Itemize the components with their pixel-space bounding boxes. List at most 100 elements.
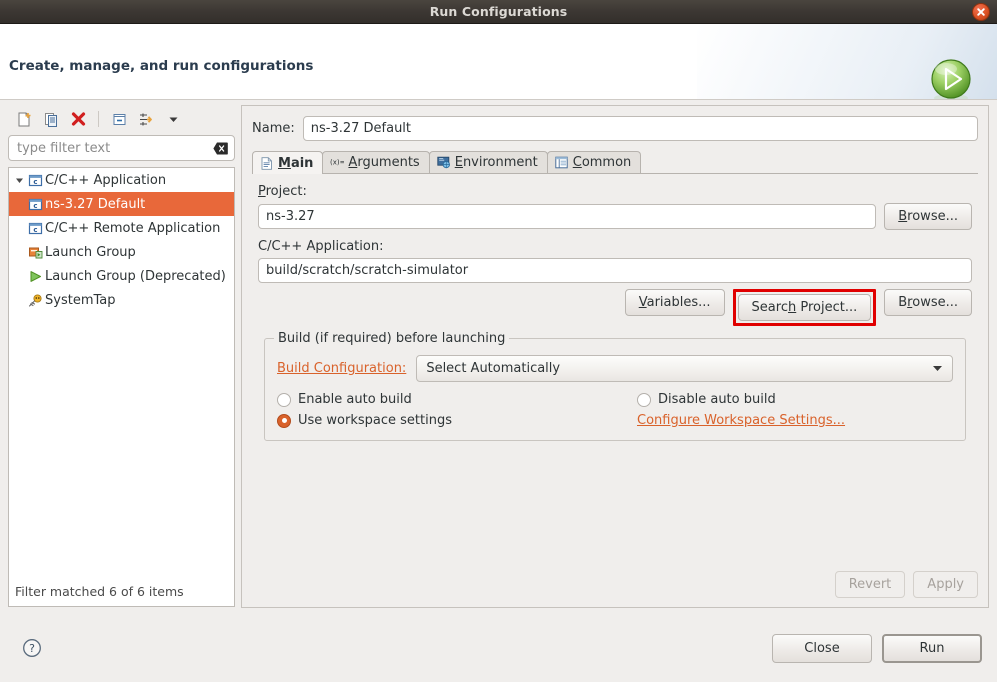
variables-button[interactable]: Variables...	[624, 289, 725, 316]
search-project-button[interactable]: Search Project...	[737, 294, 872, 321]
search-project-highlight: Search Project...	[732, 289, 877, 326]
application-buttons-row: Variables... Search Project... Browse...	[258, 289, 972, 326]
duplicate-glyph	[44, 112, 57, 127]
c-app-glyph: c	[28, 198, 42, 210]
radio-label: Disable auto build	[658, 392, 776, 407]
svg-text:(x)=: (x)=	[330, 159, 344, 167]
close-glyph	[977, 8, 985, 16]
chevron-down-glyph	[169, 117, 177, 122]
tab-label: Environment	[454, 155, 538, 170]
launch-group-deprecated-icon	[26, 269, 44, 284]
run-play-icon	[931, 59, 971, 99]
radio-icon[interactable]	[637, 392, 651, 407]
expand-arrow-icon[interactable]	[13, 176, 26, 185]
tree-item-systemtap[interactable]: SystemTap	[9, 288, 234, 312]
tab-label: Arguments	[348, 155, 420, 170]
clear-icon[interactable]	[213, 142, 228, 155]
tree-item-label: C/C++ Application	[45, 172, 167, 188]
toolbar-separator	[98, 111, 99, 127]
delete-x-glyph	[71, 111, 85, 126]
chevron-down-glyph	[16, 178, 23, 183]
build-options-grid: Enable auto build Disable auto build Use…	[277, 392, 953, 428]
configure-workspace-cell: Configure Workspace Settings...	[637, 413, 953, 428]
apply-revert-row: Revert Apply	[834, 571, 978, 598]
close-button[interactable]: Close	[772, 634, 872, 663]
tab-main[interactable]: Main	[252, 151, 324, 174]
new-launch-configuration-icon[interactable]	[12, 107, 36, 131]
filter-box[interactable]	[8, 135, 235, 161]
application-label: C/C++ Application:	[258, 239, 384, 254]
filter-status-text: Filter matched 6 of 6 items	[15, 584, 184, 599]
radio-icon[interactable]	[277, 413, 291, 428]
dialog-header: Create, manage, and run configurations	[0, 24, 997, 100]
run-button[interactable]: Run	[882, 634, 982, 663]
c-application-icon: c	[26, 173, 44, 188]
close-icon[interactable]	[972, 3, 990, 21]
dialog-body: c C/C++ Application c ns-3.27 Default	[0, 100, 997, 613]
configuration-editor-panel: Name: Main (x)=	[241, 105, 989, 608]
build-configuration-row: Build Configuration: Select Automaticall…	[277, 355, 953, 382]
c-app-glyph: c	[28, 222, 42, 234]
project-label: Project:	[258, 184, 307, 199]
apply-button[interactable]: Apply	[913, 571, 978, 598]
collapse-all-icon[interactable]	[107, 107, 131, 131]
tree-item-label: SystemTap	[45, 292, 116, 308]
environment-glyph	[437, 156, 451, 169]
systemtap-icon	[26, 293, 44, 308]
radio-label: Use workspace settings	[298, 413, 452, 428]
svg-text:c: c	[33, 178, 37, 186]
configuration-name-input[interactable]	[302, 116, 978, 141]
project-input[interactable]	[258, 204, 877, 229]
build-configuration-value: Select Automatically	[426, 361, 561, 376]
window-titlebar: Run Configurations	[0, 0, 997, 24]
tree-item-launch-group[interactable]: Launch Group	[9, 240, 234, 264]
radio-disable-auto-build[interactable]: Disable auto build	[637, 392, 953, 407]
tab-arguments[interactable]: (x)= Arguments	[322, 151, 430, 173]
radio-label: Enable auto build	[298, 392, 412, 407]
filter-icon[interactable]	[134, 107, 158, 131]
radio-icon[interactable]	[277, 392, 291, 407]
tree-item-c-cpp-remote-application[interactable]: c C/C++ Remote Application	[9, 216, 234, 240]
tree-item-c-cpp-application[interactable]: c C/C++ Application	[9, 168, 234, 192]
build-configuration-link[interactable]: Build Configuration:	[277, 361, 406, 376]
tab-label: Main	[278, 155, 314, 171]
search-input[interactable]	[17, 140, 213, 156]
configure-workspace-settings-link[interactable]: Configure Workspace Settings...	[637, 413, 845, 428]
common-glyph	[555, 156, 568, 169]
tab-environment[interactable]: Environment	[428, 151, 548, 173]
tree-item-launch-group-deprecated[interactable]: Launch Group (Deprecated)	[9, 264, 234, 288]
systemtap-glyph	[28, 293, 42, 307]
new-doc-glyph	[18, 112, 30, 126]
revert-button[interactable]: Revert	[834, 571, 906, 598]
radio-enable-auto-build[interactable]: Enable auto build	[277, 392, 637, 407]
tree-item-label: Launch Group	[45, 244, 136, 260]
collapse-all-glyph	[113, 113, 125, 125]
c-app-glyph: c	[28, 174, 42, 186]
duplicate-icon[interactable]	[39, 107, 63, 131]
build-group: Build (if required) before launching Bui…	[264, 331, 966, 441]
help-icon[interactable]: ?	[22, 638, 42, 658]
application-browse-button[interactable]: Browse...	[884, 289, 972, 316]
main-tab-content: Project: Browse... C/C++ Application: Va…	[252, 174, 978, 441]
launch-group-icon	[26, 245, 44, 260]
project-browse-button[interactable]: Browse...	[884, 203, 972, 230]
tree-item-label: ns-3.27 Default	[45, 196, 146, 212]
radio-use-workspace-settings[interactable]: Use workspace settings	[277, 413, 637, 428]
configurations-sidebar: c C/C++ Application c ns-3.27 Default	[8, 105, 235, 608]
build-configuration-select[interactable]: Select Automatically	[416, 355, 953, 382]
footer-buttons: Close Run	[772, 634, 982, 663]
chevron-down-icon	[933, 366, 942, 371]
main-tab-icon	[260, 156, 274, 170]
project-row: Browse...	[258, 203, 972, 230]
sidebar-toolbar	[8, 105, 235, 133]
build-group-title: Build (if required) before launching	[274, 331, 510, 346]
green-play-glyph	[30, 270, 41, 282]
environment-tab-icon	[437, 156, 451, 170]
launch-group-glyph	[28, 247, 42, 258]
tab-common[interactable]: Common	[546, 151, 642, 173]
tree-item-ns-3-27-default[interactable]: c ns-3.27 Default	[9, 192, 234, 216]
chevron-down-icon[interactable]	[161, 107, 185, 131]
application-input[interactable]	[258, 258, 972, 283]
configurations-tree[interactable]: c C/C++ Application c ns-3.27 Default c …	[8, 167, 235, 607]
delete-icon[interactable]	[66, 107, 90, 131]
